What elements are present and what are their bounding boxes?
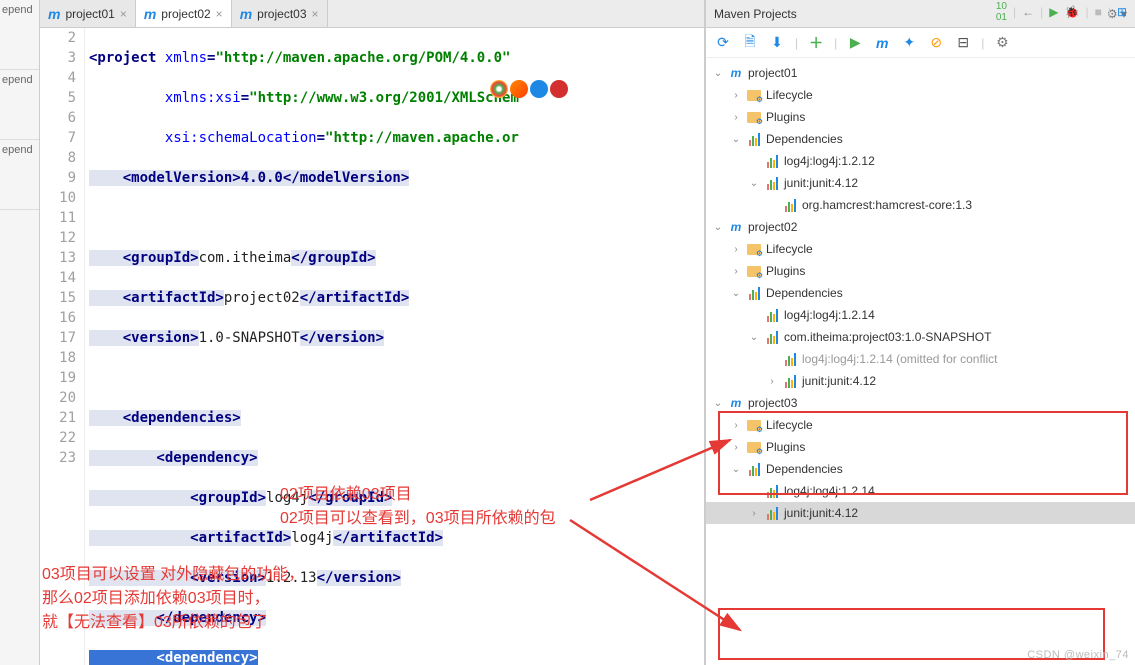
strip-label: epend bbox=[0, 0, 39, 70]
tab-label: project03 bbox=[257, 7, 306, 21]
tree-dep-omitted[interactable]: log4j:log4j:1.2.14 (omitted for conflict bbox=[706, 348, 1135, 370]
tree-lifecycle[interactable]: ›Lifecycle bbox=[706, 414, 1135, 436]
collapse-icon[interactable]: ⊟ bbox=[954, 34, 972, 52]
refresh-icon[interactable]: ⟳ bbox=[714, 34, 732, 52]
tree-dependencies[interactable]: ⌄Dependencies bbox=[706, 128, 1135, 150]
left-sidebar: epend epend epend bbox=[0, 0, 40, 665]
toggle-icon[interactable]: ✦ bbox=[900, 34, 918, 52]
panel-title: Maven Projects bbox=[714, 7, 797, 21]
tree-dep-item[interactable]: org.hamcrest:hamcrest-core:1.3 bbox=[706, 194, 1135, 216]
close-icon[interactable]: × bbox=[216, 7, 223, 21]
tree-project02[interactable]: ⌄mproject02 bbox=[706, 216, 1135, 238]
tree-dep-item[interactable]: ⌄junit:junit:4.12 bbox=[706, 172, 1135, 194]
grid-icon[interactable]: ⊞ bbox=[1117, 5, 1127, 19]
tree-dep-project03[interactable]: ⌄com.itheima:project03:1.0-SNAPSHOT bbox=[706, 326, 1135, 348]
tree-dependencies[interactable]: ⌄Dependencies bbox=[706, 282, 1135, 304]
tab-project01[interactable]: m project01 × bbox=[40, 0, 136, 27]
tree-dep-item[interactable]: log4j:log4j:1.2.14 bbox=[706, 480, 1135, 502]
strip-label: epend bbox=[0, 70, 39, 140]
stop-icon[interactable]: ■ bbox=[1095, 5, 1102, 19]
tree-dep-item[interactable]: log4j:log4j:1.2.12 bbox=[706, 150, 1135, 172]
annotation: 02项目依赖03项目 02项目可以查看到，03项目所依赖的包 bbox=[280, 480, 556, 528]
browser-icons-overlay bbox=[490, 80, 568, 98]
tree-lifecycle[interactable]: ›Lifecycle bbox=[706, 84, 1135, 106]
tree-plugins[interactable]: ›Plugins bbox=[706, 106, 1135, 128]
run-icon[interactable]: ▶ bbox=[846, 34, 864, 52]
tab-label: project01 bbox=[65, 7, 114, 21]
settings-icon[interactable]: ⚙ bbox=[993, 34, 1011, 52]
tab-project03[interactable]: m project03 × bbox=[232, 0, 328, 27]
tree-plugins[interactable]: ›Plugins bbox=[706, 436, 1135, 458]
m-icon[interactable]: m bbox=[873, 34, 891, 52]
tree-dep-item[interactable]: log4j:log4j:1.2.14 bbox=[706, 304, 1135, 326]
watermark: CSDN @weixin_74 bbox=[1027, 649, 1129, 661]
tree-project01[interactable]: ⌄mproject01 bbox=[706, 62, 1135, 84]
offline-icon[interactable]: ⊘ bbox=[927, 34, 945, 52]
generate-icon[interactable]: 🗎 bbox=[741, 34, 759, 52]
annotation: 03项目可以设置 对外隐藏包的功能， 那么02项目添加依赖03项目时， 就【无法… bbox=[42, 560, 304, 632]
binary-icon[interactable]: 1001 bbox=[996, 1, 1007, 23]
back-icon[interactable]: ← bbox=[1022, 5, 1034, 19]
tab-label: project02 bbox=[161, 7, 210, 21]
close-icon[interactable]: × bbox=[120, 7, 127, 21]
download-icon[interactable]: ⬇ bbox=[768, 34, 786, 52]
run-icon[interactable]: ▶ bbox=[1049, 5, 1058, 19]
close-icon[interactable]: × bbox=[312, 7, 319, 21]
editor-tabs: m project01 × m project02 × m project03 … bbox=[40, 0, 704, 28]
tree-plugins[interactable]: ›Plugins bbox=[706, 260, 1135, 282]
tree-dep-item[interactable]: ›junit:junit:4.12 bbox=[706, 502, 1135, 524]
maven-tree[interactable]: ⌄mproject01 ›Lifecycle ›Plugins ⌄Depende… bbox=[706, 58, 1135, 665]
tree-project03[interactable]: ⌄mproject03 bbox=[706, 392, 1135, 414]
strip-label: epend bbox=[0, 140, 39, 210]
debug-icon[interactable]: 🐞 bbox=[1064, 5, 1079, 19]
tree-dep-item[interactable]: ›junit:junit:4.12 bbox=[706, 370, 1135, 392]
top-toolbar: 1001 | ← | ▶ 🐞 | ■ | ⊞ bbox=[996, 0, 1135, 24]
maven-icon: m bbox=[48, 6, 60, 22]
maven-toolbar: ⟳ 🗎 ⬇ | ＋ | ▶ m ✦ ⊘ ⊟ | ⚙ bbox=[706, 28, 1135, 58]
maven-icon: m bbox=[240, 6, 252, 22]
tab-project02[interactable]: m project02 × bbox=[136, 0, 232, 27]
tree-dependencies[interactable]: ⌄Dependencies bbox=[706, 458, 1135, 480]
maven-panel: Maven Projects ⚙ ▾ ⟳ 🗎 ⬇ | ＋ | ▶ m ✦ ⊘ ⊟… bbox=[705, 0, 1135, 665]
maven-icon: m bbox=[144, 6, 156, 22]
tree-lifecycle[interactable]: ›Lifecycle bbox=[706, 238, 1135, 260]
add-icon[interactable]: ＋ bbox=[807, 34, 825, 52]
